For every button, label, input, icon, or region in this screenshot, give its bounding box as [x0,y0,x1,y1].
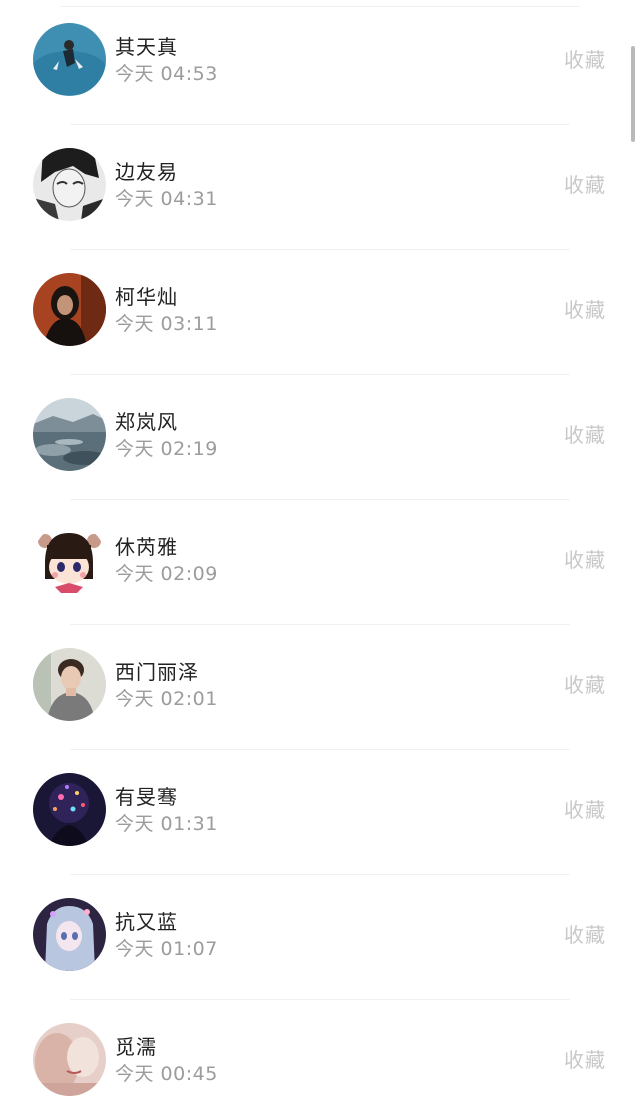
lake-landscape-avatar-image [33,398,106,471]
contact-time: 今天 00:45 [115,1063,218,1085]
fireworks-avatar-image [33,773,106,846]
contact-time: 今天 01:07 [115,938,218,960]
contact-row[interactable]: 其天真 今天 04:53 收藏 [0,0,640,125]
contact-row[interactable]: 西门丽泽 今天 02:01 收藏 [0,625,640,750]
soft-portrait-avatar-image [33,1023,106,1096]
contact-row[interactable]: 边友易 今天 04:31 收藏 [0,125,640,250]
avatar[interactable] [33,398,106,471]
contact-name: 柯华灿 [115,285,178,309]
favorite-button[interactable]: 收藏 [564,922,606,948]
avatar[interactable] [33,773,106,846]
contact-list-screen: 其天真 今天 04:53 收藏 边友易 今天 04:31 收藏 柯华灿 今天 0… [0,0,640,1098]
contact-name: 其天真 [115,35,178,59]
contact-row[interactable]: 郑岚风 今天 02:19 收藏 [0,375,640,500]
avatar[interactable] [33,898,106,971]
contact-row[interactable]: 有旻骞 今天 01:31 收藏 [0,750,640,875]
favorite-button[interactable]: 收藏 [564,172,606,198]
contact-time: 今天 02:19 [115,438,218,460]
contact-row[interactable]: 抗又蓝 今天 01:07 收藏 [0,875,640,1000]
contact-name: 有旻骞 [115,785,178,809]
contact-time: 今天 01:31 [115,813,218,835]
favorite-button[interactable]: 收藏 [564,422,606,448]
contact-name: 郑岚风 [115,410,178,434]
favorite-button[interactable]: 收藏 [564,297,606,323]
contact-row[interactable]: 觅濡 今天 00:45 收藏 [0,1000,640,1098]
ink-sketch-avatar-image [33,148,106,221]
young-man-avatar-image [33,648,106,721]
portrait-red-background-avatar-image [33,273,106,346]
contact-name: 西门丽泽 [115,660,199,684]
cartoon-girl-avatar-image [33,523,106,596]
avatar[interactable] [33,1023,106,1096]
favorite-button[interactable]: 收藏 [564,1047,606,1073]
scrollbar[interactable] [631,46,635,142]
contact-row[interactable]: 休芮雅 今天 02:09 收藏 [0,500,640,625]
anime-girl-avatar-image [33,898,106,971]
avatar[interactable] [33,148,106,221]
contact-time: 今天 02:01 [115,688,218,710]
contact-row[interactable]: 柯华灿 今天 03:11 收藏 [0,250,640,375]
water-scene-avatar-image [33,23,106,96]
contact-time: 今天 03:11 [115,313,218,335]
contact-name: 休芮雅 [115,535,178,559]
avatar[interactable] [33,523,106,596]
contact-name: 觅濡 [115,1035,157,1059]
favorite-button[interactable]: 收藏 [564,797,606,823]
contact-time: 今天 02:09 [115,563,218,585]
avatar[interactable] [33,273,106,346]
contact-time: 今天 04:53 [115,63,218,85]
avatar[interactable] [33,648,106,721]
contact-time: 今天 04:31 [115,188,218,210]
favorite-button[interactable]: 收藏 [564,547,606,573]
contact-name: 边友易 [115,160,178,184]
favorite-button[interactable]: 收藏 [564,672,606,698]
favorite-button[interactable]: 收藏 [564,47,606,73]
avatar[interactable] [33,23,106,96]
contact-name: 抗又蓝 [115,910,178,934]
